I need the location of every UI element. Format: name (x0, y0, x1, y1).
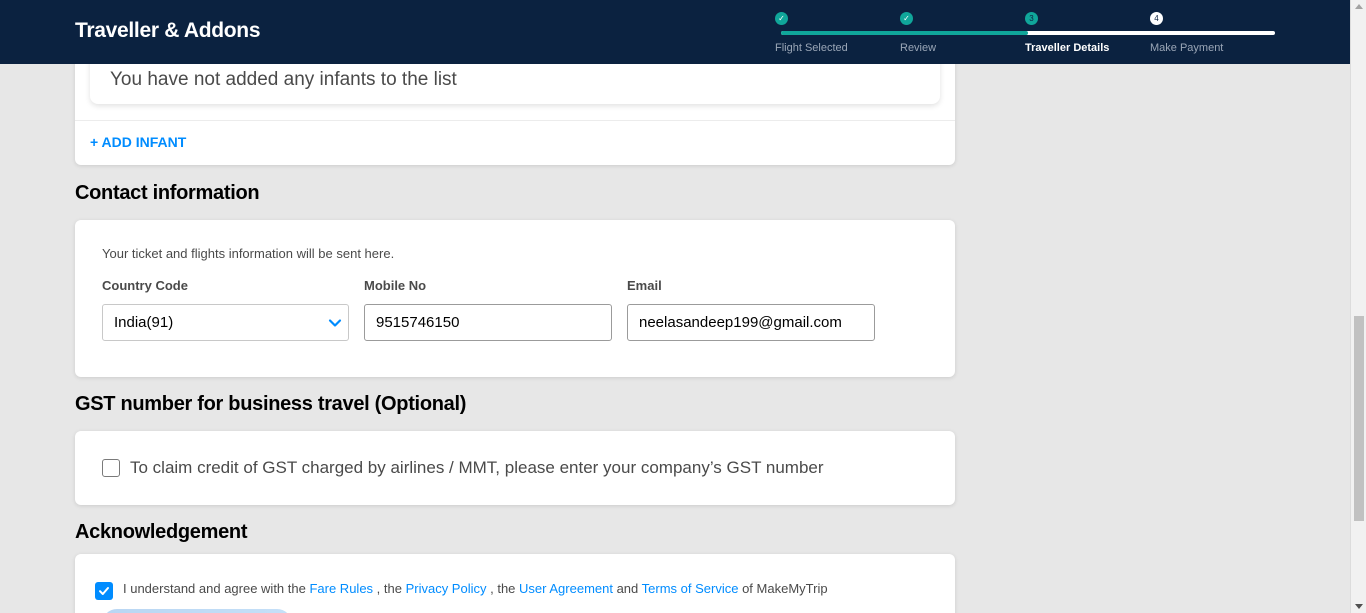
infant-empty-message: You have not added any infants to the li… (110, 69, 457, 90)
contact-card: Your ticket and flights information will… (75, 220, 955, 377)
email-label: Email (627, 278, 662, 293)
page-header: Traveller & Addons ✓ Flight Selected ✓ R… (0, 0, 1350, 64)
privacy-policy-link[interactable]: Privacy Policy (406, 581, 487, 596)
scroll-down-arrow-icon[interactable] (1355, 604, 1363, 609)
divider (75, 120, 955, 121)
user-agreement-link[interactable]: User Agreement (519, 581, 613, 596)
country-code-label: Country Code (102, 278, 188, 293)
step-label: Make Payment (1150, 42, 1224, 54)
step-make-payment: 4 Make Payment (1150, 12, 1223, 54)
ack-text-part: of MakeMyTrip (738, 581, 828, 596)
stepper-progress-fill (781, 31, 1028, 35)
email-input[interactable]: neelasandeep199@gmail.com (627, 304, 875, 341)
ack-text-part: , the (486, 581, 520, 596)
check-icon: ✓ (775, 12, 788, 25)
mobile-value: 9515746150 (376, 314, 460, 331)
gst-checkbox[interactable] (102, 459, 120, 477)
gst-checkbox-label: To claim credit of GST charged by airlin… (130, 458, 824, 477)
terms-of-service-link[interactable]: Terms of Service (642, 581, 739, 596)
scroll-thumb[interactable] (1354, 316, 1364, 521)
step-number-badge: 4 (1150, 12, 1163, 25)
step-number-badge: 3 (1025, 12, 1038, 25)
fare-rules-link[interactable]: Fare Rules (309, 581, 373, 596)
continue-button[interactable] (102, 609, 292, 613)
step-review: ✓ Review (900, 12, 936, 54)
gst-section-title: GST number for business travel (Optional… (75, 393, 467, 415)
country-code-value: India(91) (114, 314, 174, 331)
check-icon (99, 587, 109, 595)
country-code-select[interactable]: India(91) (102, 304, 349, 341)
ack-text-part: , the (373, 581, 406, 596)
stepper-track (781, 31, 1275, 35)
step-label: Review (900, 42, 937, 54)
add-infant-button[interactable]: + ADD INFANT (90, 134, 186, 150)
step-label: Flight Selected (775, 42, 848, 54)
ack-text-part: I understand and agree with the (123, 581, 310, 596)
gst-card: To claim credit of GST charged by airlin… (75, 431, 955, 505)
step-flight-selected: ✓ Flight Selected (775, 12, 848, 54)
acknowledgement-section-title: Acknowledgement (75, 521, 248, 543)
page-title: Traveller & Addons (75, 19, 261, 42)
acknowledgement-text: I understand and agree with the Fare Rul… (123, 581, 828, 596)
mobile-label: Mobile No (364, 278, 427, 293)
step-label: Traveller Details (1025, 42, 1110, 54)
check-icon: ✓ (900, 12, 913, 25)
chevron-down-icon (328, 319, 342, 327)
mobile-input[interactable]: 9515746150 (364, 304, 612, 341)
contact-section-title: Contact information (75, 182, 260, 204)
acknowledgement-checkbox[interactable] (95, 582, 113, 600)
ack-text-part: and (612, 581, 642, 596)
progress-stepper: ✓ Flight Selected ✓ Review 3 Traveller D… (775, 10, 1275, 60)
scroll-up-arrow-icon[interactable] (1355, 4, 1363, 9)
step-traveller-details: 3 Traveller Details (1025, 12, 1109, 54)
contact-hint: Your ticket and flights information will… (102, 246, 395, 261)
email-value: neelasandeep199@gmail.com (639, 314, 842, 331)
page-scrollbar[interactable] (1350, 0, 1366, 613)
acknowledgement-card: I understand and agree with the Fare Rul… (75, 554, 955, 613)
